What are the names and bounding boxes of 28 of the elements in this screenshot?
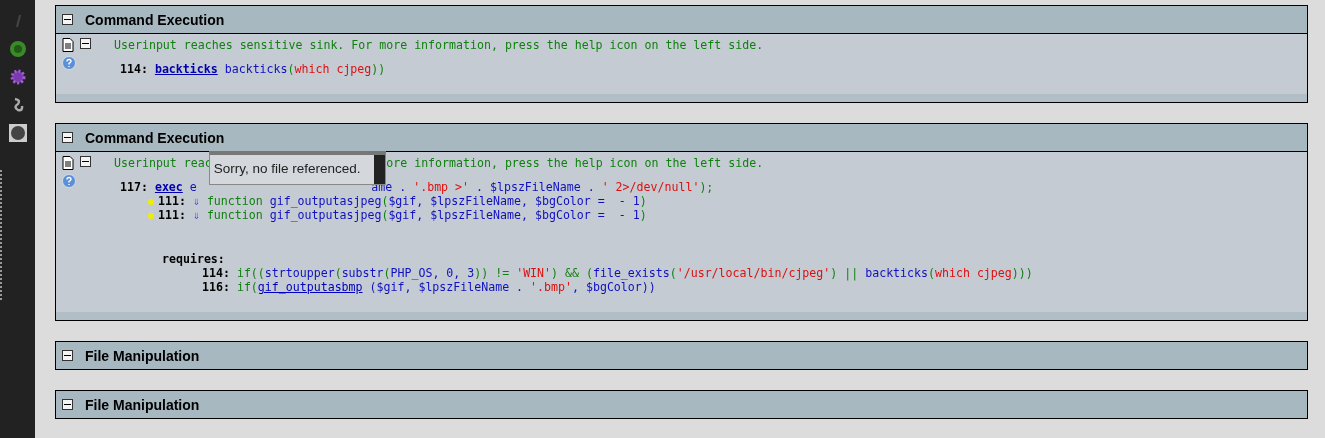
collapse-icon[interactable] (62, 350, 73, 361)
app-icon[interactable] (8, 124, 27, 142)
collapse-icon[interactable] (62, 399, 73, 410)
globe-icon[interactable] (8, 40, 27, 58)
bug-icon[interactable] (8, 68, 27, 86)
collapse-icon[interactable] (80, 38, 91, 49)
document-icon[interactable] (62, 156, 74, 170)
arrow-icon[interactable]: ⇓ (192, 208, 200, 222)
section-title: Command Execution (85, 129, 225, 146)
tooltip: Sorry, no file referenced. (208, 151, 386, 185)
marker-dot (148, 198, 154, 205)
marker-dot (148, 212, 154, 219)
code-line: 116: if(gif_outputasbmp ($gif, $lpszFileName . '.bmp', $bgColor)) (202, 280, 657, 294)
collapse-icon[interactable] (62, 132, 73, 143)
requires-label: requires: (162, 252, 226, 266)
trace-line: 111: ⇓ function gif_outputasjpeg($gif, $lpszFileName, $bgColor = - 1) (148, 208, 1033, 222)
trace-line: 111: ⇓ function gif_outputasjpeg($gif, $lpszFileName, $bgColor = - 1) (148, 194, 1033, 208)
section-title: File Manipulation (85, 347, 200, 364)
arrow-icon[interactable]: ⇓ (192, 194, 200, 208)
document-icon[interactable] (62, 38, 74, 52)
code-line: 114: backticks backticks(which cjpeg)) (120, 62, 387, 76)
code-line: 114: if((strtoupper(substr(PHP_OS, 0, 3)) != 'WIN') && (file_exists('/usr/local/bin/cjpeg') || backticks(which cjpeg))) (202, 266, 1033, 280)
section-title: Command Execution (85, 11, 225, 28)
collapse-icon[interactable] (80, 156, 91, 167)
section-title: File Manipulation (85, 396, 200, 413)
collapse-icon[interactable] (62, 14, 73, 25)
warning-message: Userinput reaches sensitive sink. For more information, press the help icon on the left side. (114, 38, 764, 52)
warning-message: ore information, press the help icon on the left side. (386, 156, 764, 170)
